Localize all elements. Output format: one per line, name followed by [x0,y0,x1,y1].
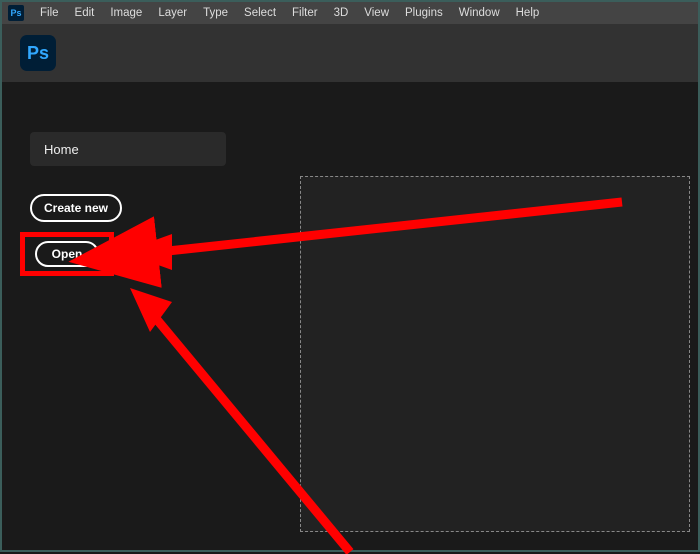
photoshop-mini-icon: Ps [8,5,24,21]
menu-type[interactable]: Type [195,5,236,21]
header-toolbar: Ps [2,24,698,82]
photoshop-logo-icon: Ps [20,35,56,71]
menu-plugins[interactable]: Plugins [397,5,451,21]
menu-3d[interactable]: 3D [326,5,357,21]
menu-filter[interactable]: Filter [284,5,326,21]
home-workspace: Home Create new Open [2,82,698,550]
create-new-button[interactable]: Create new [30,194,122,222]
drop-file-area[interactable] [300,176,690,532]
open-button[interactable]: Open [35,241,99,267]
menu-file[interactable]: File [32,5,67,21]
menu-edit[interactable]: Edit [67,5,103,21]
menu-window[interactable]: Window [451,5,508,21]
menu-image[interactable]: Image [102,5,150,21]
menubar: Ps File Edit Image Layer Type Select Fil… [2,2,698,24]
menu-layer[interactable]: Layer [150,5,195,21]
menu-help[interactable]: Help [508,5,548,21]
home-tab[interactable]: Home [30,132,226,166]
menu-view[interactable]: View [356,5,397,21]
annotation-highlight-box: Open [20,232,114,276]
menu-select[interactable]: Select [236,5,284,21]
